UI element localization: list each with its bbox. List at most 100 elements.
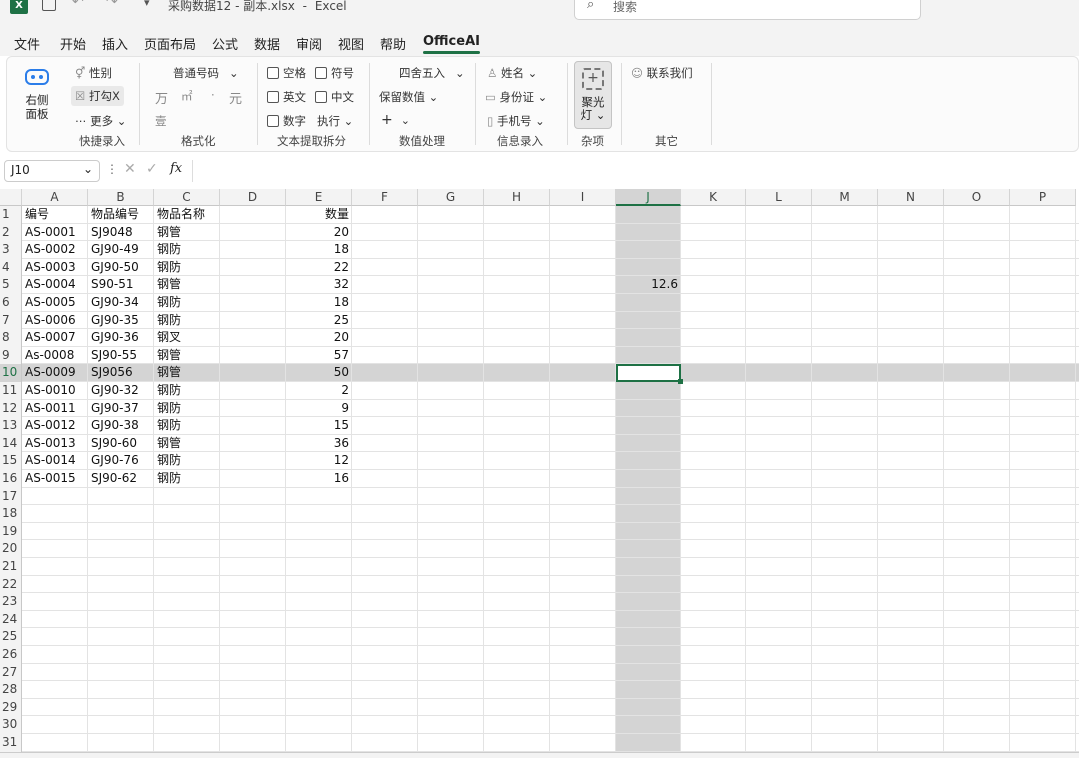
tab-help[interactable]: 帮助: [380, 34, 406, 53]
checkbox[interactable]: [267, 67, 279, 79]
row-header[interactable]: 7: [0, 311, 22, 330]
checkbox[interactable]: [267, 115, 279, 127]
tab-insert[interactable]: 插入: [102, 34, 128, 53]
cell-E3[interactable]: 18: [286, 241, 352, 259]
cell-A7[interactable]: AS-0006: [22, 312, 88, 330]
cell-A6[interactable]: AS-0005: [22, 294, 88, 312]
cell-A13[interactable]: AS-0012: [22, 417, 88, 435]
english-checkbox[interactable]: 英文: [267, 89, 306, 105]
cell-E12[interactable]: 9: [286, 400, 352, 418]
cell-B10[interactable]: SJ9056: [88, 364, 154, 382]
cell-C13[interactable]: 钢防: [154, 417, 220, 435]
column-header-I[interactable]: I: [550, 189, 616, 206]
cell-E1[interactable]: 数量: [286, 206, 352, 224]
column-header-M[interactable]: M: [812, 189, 878, 206]
plus-button[interactable]: + ⌄: [381, 112, 410, 128]
row-header[interactable]: 23: [0, 593, 22, 611]
cell-E2[interactable]: 20: [286, 224, 352, 242]
round-select[interactable]: 四舍五入 ⌄: [399, 65, 465, 81]
row-header[interactable]: 19: [0, 522, 22, 541]
cell-E10[interactable]: 50: [286, 364, 352, 382]
cell-B7[interactable]: GJ90-35: [88, 312, 154, 330]
wan-button[interactable]: 万: [155, 88, 168, 107]
number-checkbox[interactable]: 数字: [267, 113, 306, 129]
column-header-E[interactable]: E: [286, 189, 352, 206]
row-header[interactable]: 3: [0, 241, 22, 259]
row-header[interactable]: 13: [0, 417, 22, 435]
column-header-P[interactable]: P: [1010, 189, 1076, 206]
gender-button[interactable]: ⚥ 性别: [75, 65, 112, 81]
cell-B4[interactable]: GJ90-50: [88, 259, 154, 277]
cell-B8[interactable]: GJ90-36: [88, 329, 154, 347]
column-header-H[interactable]: H: [484, 189, 550, 206]
cell-C2[interactable]: 钢管: [154, 224, 220, 242]
square-meter-button[interactable]: ㎡: [181, 88, 193, 104]
row-header[interactable]: 22: [0, 575, 22, 594]
row-header[interactable]: 26: [0, 646, 22, 664]
row-header[interactable]: 4: [0, 258, 22, 277]
cell-A14[interactable]: AS-0013: [22, 435, 88, 453]
row-header[interactable]: 10: [0, 364, 22, 382]
cell-C16[interactable]: 钢防: [154, 470, 220, 488]
cell-A10[interactable]: AS-0009: [22, 364, 88, 382]
tab-review[interactable]: 审阅: [296, 34, 322, 53]
phone-button[interactable]: ▯ 手机号 ⌄: [487, 113, 545, 129]
active-cell-J10[interactable]: [616, 364, 681, 382]
column-header-K[interactable]: K: [681, 189, 746, 206]
cell-A15[interactable]: AS-0014: [22, 452, 88, 470]
row-header[interactable]: 9: [0, 346, 22, 365]
redo-icon[interactable]: ↷: [106, 0, 118, 10]
cell-E8[interactable]: 20: [286, 329, 352, 347]
cell-B9[interactable]: SJ90-55: [88, 347, 154, 365]
tab-formulas[interactable]: 公式: [212, 34, 238, 53]
cell-A8[interactable]: AS-0007: [22, 329, 88, 347]
tab-home[interactable]: 开始: [60, 34, 86, 53]
row-header[interactable]: 21: [0, 558, 22, 576]
space-checkbox[interactable]: 空格: [267, 65, 306, 81]
column-header-A[interactable]: A: [22, 189, 88, 206]
symbol-checkbox[interactable]: 符号: [315, 65, 354, 81]
column-header-G[interactable]: G: [418, 189, 484, 206]
cell-B3[interactable]: GJ90-49: [88, 241, 154, 259]
cell-C8[interactable]: 钢叉: [154, 329, 220, 347]
column-header-C[interactable]: C: [154, 189, 220, 206]
cell-E15[interactable]: 12: [286, 452, 352, 470]
name-button[interactable]: ♙ 姓名 ⌄: [487, 65, 537, 81]
tab-page-layout[interactable]: 页面布局: [144, 34, 196, 53]
row-header[interactable]: 11: [0, 382, 22, 400]
cell-B2[interactable]: SJ9048: [88, 224, 154, 242]
column-header-N[interactable]: N: [878, 189, 944, 206]
capital-button[interactable]: 壹: [155, 113, 167, 129]
column-header-B[interactable]: B: [88, 189, 154, 206]
mark-x-button[interactable]: ☒ 打勾X: [71, 86, 124, 106]
column-header-O[interactable]: O: [944, 189, 1010, 206]
undo-icon[interactable]: ↶: [72, 0, 84, 10]
row-header[interactable]: 17: [0, 487, 22, 506]
row-header[interactable]: 27: [0, 663, 22, 682]
row-header[interactable]: 16: [0, 470, 22, 488]
row-header[interactable]: 28: [0, 681, 22, 699]
column-header-J[interactable]: J: [616, 189, 681, 206]
cell-A1[interactable]: 编号: [22, 206, 88, 224]
number-format-select[interactable]: 普通号码 ⌄: [173, 65, 239, 81]
name-box[interactable]: J10 ⌄: [4, 160, 100, 182]
more-options-icon[interactable]: ⋮: [106, 162, 118, 176]
row-header[interactable]: 31: [0, 734, 22, 752]
row-header[interactable]: 20: [0, 540, 22, 558]
cell-C7[interactable]: 钢防: [154, 312, 220, 330]
cell-C5[interactable]: 钢管: [154, 276, 220, 294]
cell-A11[interactable]: AS-0010: [22, 382, 88, 400]
quick-access-customize-icon[interactable]: ▾: [144, 0, 150, 9]
row-header[interactable]: 1: [0, 206, 22, 224]
row-header[interactable]: 24: [0, 610, 22, 629]
cell-C4[interactable]: 钢防: [154, 259, 220, 277]
cell-B11[interactable]: GJ90-32: [88, 382, 154, 400]
cell-C12[interactable]: 钢防: [154, 400, 220, 418]
cell-A12[interactable]: AS-0011: [22, 400, 88, 418]
row-header[interactable]: 14: [0, 434, 22, 453]
cell-B12[interactable]: GJ90-37: [88, 400, 154, 418]
cell-C1[interactable]: 物品名称: [154, 206, 220, 224]
chinese-checkbox[interactable]: 中文: [315, 89, 354, 105]
cell-B16[interactable]: SJ90-62: [88, 470, 154, 488]
row-header[interactable]: 30: [0, 716, 22, 734]
